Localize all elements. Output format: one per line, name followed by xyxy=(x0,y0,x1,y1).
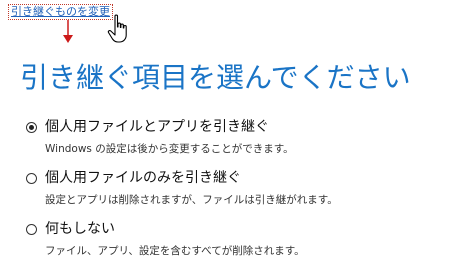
option-description: Windows の設定は後から変更することができます。 xyxy=(45,143,294,155)
option-label: 個人用ファイルのみを引き継ぐ xyxy=(45,170,241,186)
radio-button[interactable] xyxy=(26,173,37,184)
option-label: 何もしない xyxy=(45,221,115,237)
radio-button-selected[interactable] xyxy=(26,122,37,133)
radio-button[interactable] xyxy=(26,224,37,235)
change-what-to-keep-link[interactable]: 引き継ぐものを変更 xyxy=(8,4,113,20)
page-title: 引き継ぐ項目を選んでください xyxy=(20,61,411,94)
option-label: 個人用ファイルとアプリを引き継ぐ xyxy=(45,119,269,135)
option-description: 設定とアプリは削除されますが、ファイルは引き継がれます。 xyxy=(45,194,338,206)
hand-pointer-icon xyxy=(107,14,127,43)
red-down-arrow-icon xyxy=(63,20,73,43)
option-description: ファイル、アプリ、設定を含むすべてが削除されます。 xyxy=(45,245,305,257)
